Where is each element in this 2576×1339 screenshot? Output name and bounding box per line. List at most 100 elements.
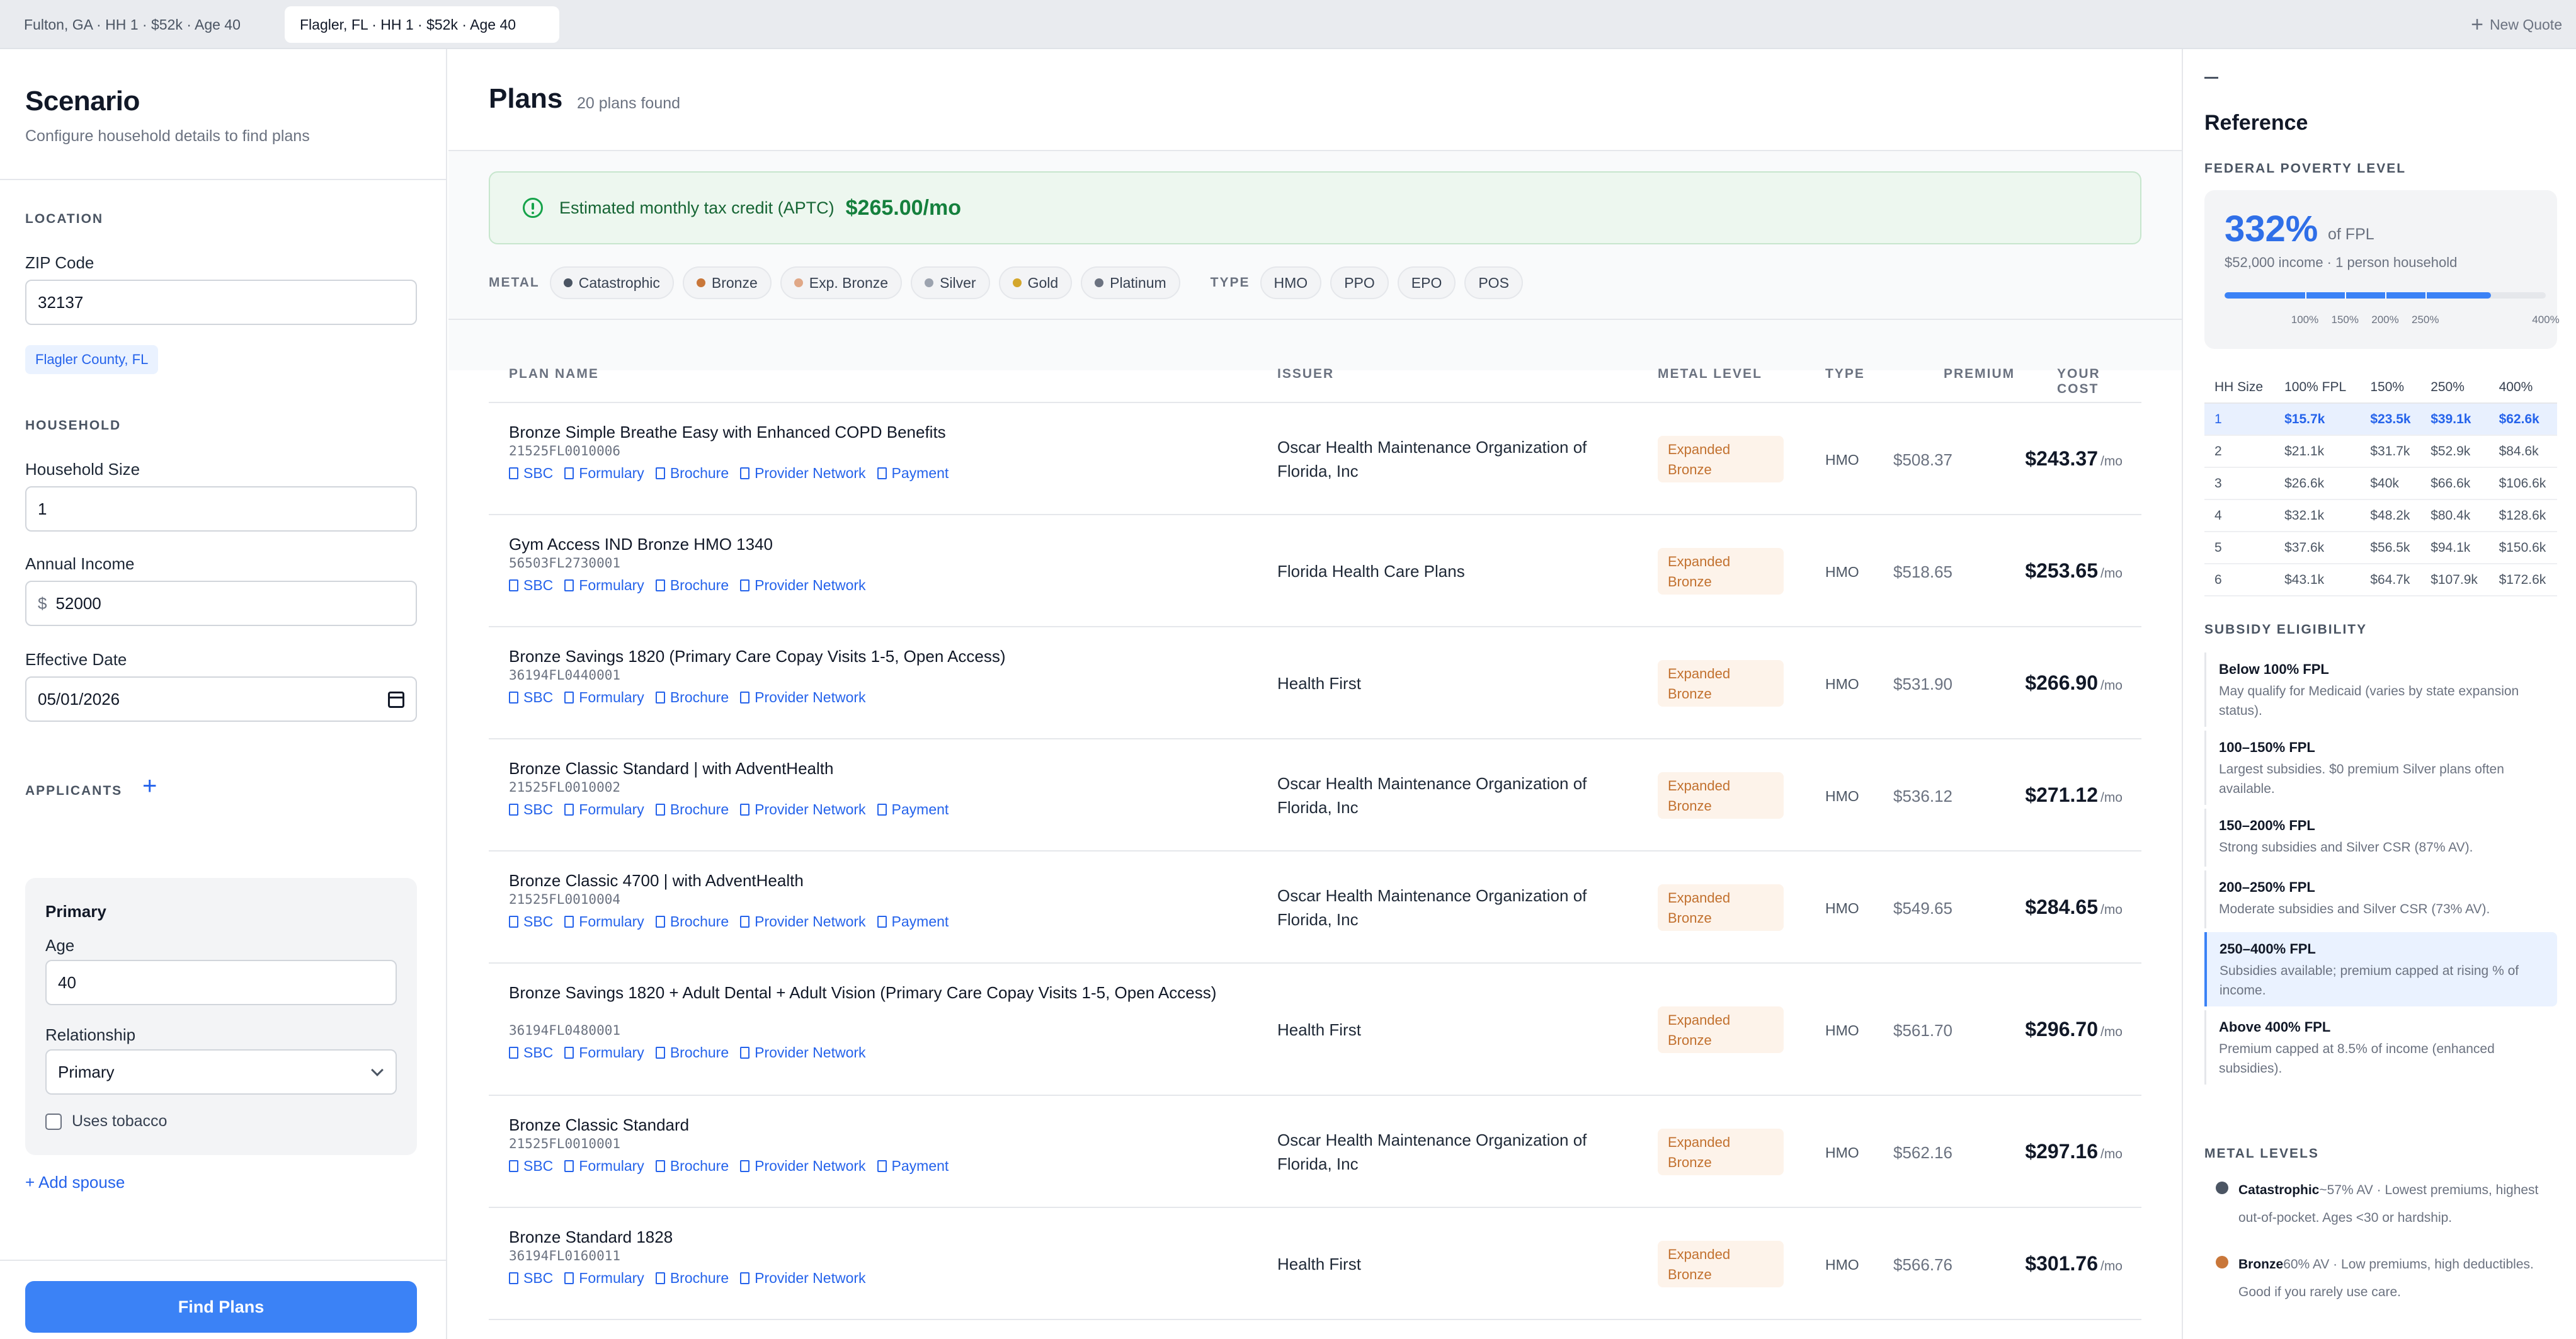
metal-dot-icon [696, 278, 705, 287]
plan-doc-link[interactable]: Provider Network [740, 689, 866, 706]
plan-name[interactable]: Bronze Classic Standard [509, 1115, 1233, 1135]
metal-filter-chip[interactable]: Exp. Bronze [780, 266, 903, 299]
metal-filter-chip[interactable]: Catastrophic [549, 266, 674, 299]
plan-doc-link[interactable]: Formulary [564, 1044, 644, 1061]
plan-doc-link[interactable]: Payment [877, 913, 949, 930]
annual-income-input[interactable]: $ 52000 [25, 581, 417, 626]
table-row[interactable]: Bronze Savings 1820 + Adult Dental + Adu… [489, 964, 2141, 1096]
plan-doc-link[interactable]: Formulary [564, 1158, 644, 1175]
calendar-icon[interactable] [388, 692, 404, 708]
fpl-card: 332% of FPL $52,000 income · 1 person ho… [2204, 190, 2560, 349]
plan-doc-link[interactable]: SBC [509, 1158, 553, 1175]
plan-doc-link[interactable]: Formulary [564, 689, 644, 706]
plan-name[interactable]: Bronze Savings 1820 + Adult Dental + Adu… [509, 983, 1233, 1003]
new-quote-button[interactable]: + New Quote [2471, 6, 2562, 43]
plan-doc-link[interactable]: Payment [877, 1158, 949, 1175]
collapse-icon[interactable] [2204, 77, 2218, 79]
metal-filter-chip[interactable]: Platinum [1081, 266, 1180, 299]
relationship-select[interactable]: Primary [45, 1049, 397, 1095]
age-input[interactable]: 40 [45, 960, 397, 1005]
plan-doc-link[interactable]: Formulary [564, 801, 644, 818]
table-row[interactable]: Bronze Standard 1828 36194FL0160011 SBC For… [489, 1208, 2141, 1320]
plan-doc-link[interactable]: Provider Network [740, 1158, 866, 1175]
plan-name[interactable]: Bronze Standard 1828 [509, 1227, 1233, 1247]
plan-doc-link[interactable]: SBC [509, 801, 553, 818]
relationship-value: Primary [58, 1062, 115, 1081]
plan-name[interactable]: Bronze Savings 1820 (Primary Care Copay … [509, 646, 1233, 666]
plan-doc-link[interactable]: Brochure [655, 689, 729, 706]
add-spouse-link[interactable]: + Add spouse [25, 1173, 125, 1192]
plan-document-links: SBC Formulary Brochure Provider Network [509, 1270, 877, 1287]
plan-doc-link[interactable]: Provider Network [740, 1270, 866, 1287]
table-row[interactable]: Bronze Classic Standard 21525FL0010001 SBC… [489, 1096, 2141, 1208]
plan-doc-link[interactable]: SBC [509, 689, 553, 706]
plan-doc-link-label: Brochure [670, 1044, 729, 1061]
county-badge: Flagler County, FL [25, 345, 159, 374]
plan-doc-link[interactable]: Provider Network [740, 801, 866, 818]
plan-doc-link[interactable]: Formulary [564, 577, 644, 594]
subsidy-item: Below 100% FPL May qualify for Medicaid (… [2204, 652, 2557, 727]
effective-date-input[interactable]: 05/01/2026 [25, 676, 417, 722]
type-filter-chip[interactable]: POS [1464, 266, 1523, 299]
plan-doc-link[interactable]: Formulary [564, 913, 644, 930]
plan-doc-link[interactable]: Formulary [564, 465, 644, 482]
zip-input[interactable]: 32137 [25, 280, 417, 325]
plan-doc-link[interactable]: Payment [877, 801, 949, 818]
metal-filter-chip[interactable]: Silver [911, 266, 990, 299]
plan-doc-link[interactable]: Brochure [655, 1270, 729, 1287]
type-filter-chip[interactable]: PPO [1330, 266, 1389, 299]
plan-doc-link[interactable]: SBC [509, 913, 553, 930]
reference-title: Reference [2204, 111, 2308, 135]
plan-doc-link-label: SBC [523, 801, 554, 818]
plan-doc-link[interactable]: Brochure [655, 577, 729, 594]
table-row[interactable]: Bronze Classic 4700 | with AdventHealth 2… [489, 852, 2141, 964]
plan-doc-link[interactable]: Provider Network [740, 577, 866, 594]
table-row[interactable]: Bronze Simple Breathe Easy with Enhanced… [489, 403, 2141, 515]
type-filter-chip[interactable]: EPO [1397, 266, 1456, 299]
plan-doc-link[interactable]: Provider Network [740, 913, 866, 930]
col-metal-level[interactable]: METAL LEVEL [1658, 367, 1762, 382]
col-plan-name[interactable]: PLAN NAME [509, 367, 599, 382]
fpl-tick-label: 400% [2532, 314, 2560, 326]
plan-doc-link[interactable]: Payment [877, 465, 949, 482]
tab-flagler[interactable]: Flagler, FL · HH 1 · $52k · Age 40 [285, 6, 559, 43]
tab-fulton[interactable]: Fulton, GA · HH 1 · $52k · Age 40 [5, 6, 259, 43]
plan-doc-link[interactable]: Brochure [655, 465, 729, 482]
plan-doc-link[interactable]: Brochure [655, 1158, 729, 1175]
plan-doc-link[interactable]: Brochure [655, 801, 729, 818]
add-applicant-plus-icon[interactable]: + [142, 773, 157, 799]
col-premium[interactable]: PREMIUM [1944, 367, 2015, 382]
metal-filter-chip[interactable]: Gold [998, 266, 1073, 299]
table-row[interactable]: Bronze Savings 1820 (Primary Care Copay … [489, 627, 2141, 739]
table-row[interactable]: Bronze Classic Standard | with AdventHea… [489, 739, 2141, 852]
plan-name[interactable]: Gym Access IND Bronze HMO 1340 [509, 534, 1233, 554]
plan-name[interactable]: Bronze Classic Standard | with AdventHea… [509, 758, 1233, 778]
plan-doc-link[interactable]: Brochure [655, 913, 729, 930]
col-type[interactable]: TYPE [1825, 367, 1865, 382]
plan-doc-link[interactable]: Formulary [564, 1270, 644, 1287]
plan-doc-link[interactable]: Provider Network [740, 1044, 866, 1061]
plan-doc-link-label: Brochure [670, 913, 729, 930]
plan-doc-link[interactable]: SBC [509, 577, 553, 594]
fpl-table-cell: $94.1k [2420, 532, 2489, 564]
metal-filter-chip[interactable]: Bronze [682, 266, 772, 299]
type-filter-chip[interactable]: HMO [1260, 266, 1322, 299]
your-cost-value: $253.65 [2025, 559, 2098, 582]
plan-doc-link[interactable]: SBC [509, 1270, 553, 1287]
plan-doc-link[interactable]: SBC [509, 465, 553, 482]
plan-doc-link[interactable]: Brochure [655, 1044, 729, 1061]
metal-level-badge: Expanded Bronze [1658, 1241, 1784, 1287]
plan-doc-link[interactable]: Provider Network [740, 465, 866, 482]
table-row[interactable]: Gym Access IND Bronze HMO 1340 56503FL273… [489, 515, 2141, 627]
plan-name[interactable]: Bronze Simple Breathe Easy with Enhanced… [509, 422, 1233, 442]
col-your-cost[interactable]: YOUR COST [2057, 367, 2141, 397]
tobacco-checkbox[interactable] [45, 1114, 62, 1130]
plan-doc-link[interactable]: SBC [509, 1044, 553, 1061]
your-cost-value: $284.65 [2025, 896, 2098, 918]
find-plans-button[interactable]: Find Plans [25, 1281, 417, 1333]
col-issuer[interactable]: ISSUER [1277, 367, 1334, 382]
subsidy-section-label: SUBSIDY ELIGIBILITY [2204, 622, 2368, 637]
metal-level-badge: Expanded Bronze [1658, 436, 1784, 482]
household-size-input[interactable]: 1 [25, 486, 417, 532]
plan-name[interactable]: Bronze Classic 4700 | with AdventHealth [509, 870, 1233, 891]
